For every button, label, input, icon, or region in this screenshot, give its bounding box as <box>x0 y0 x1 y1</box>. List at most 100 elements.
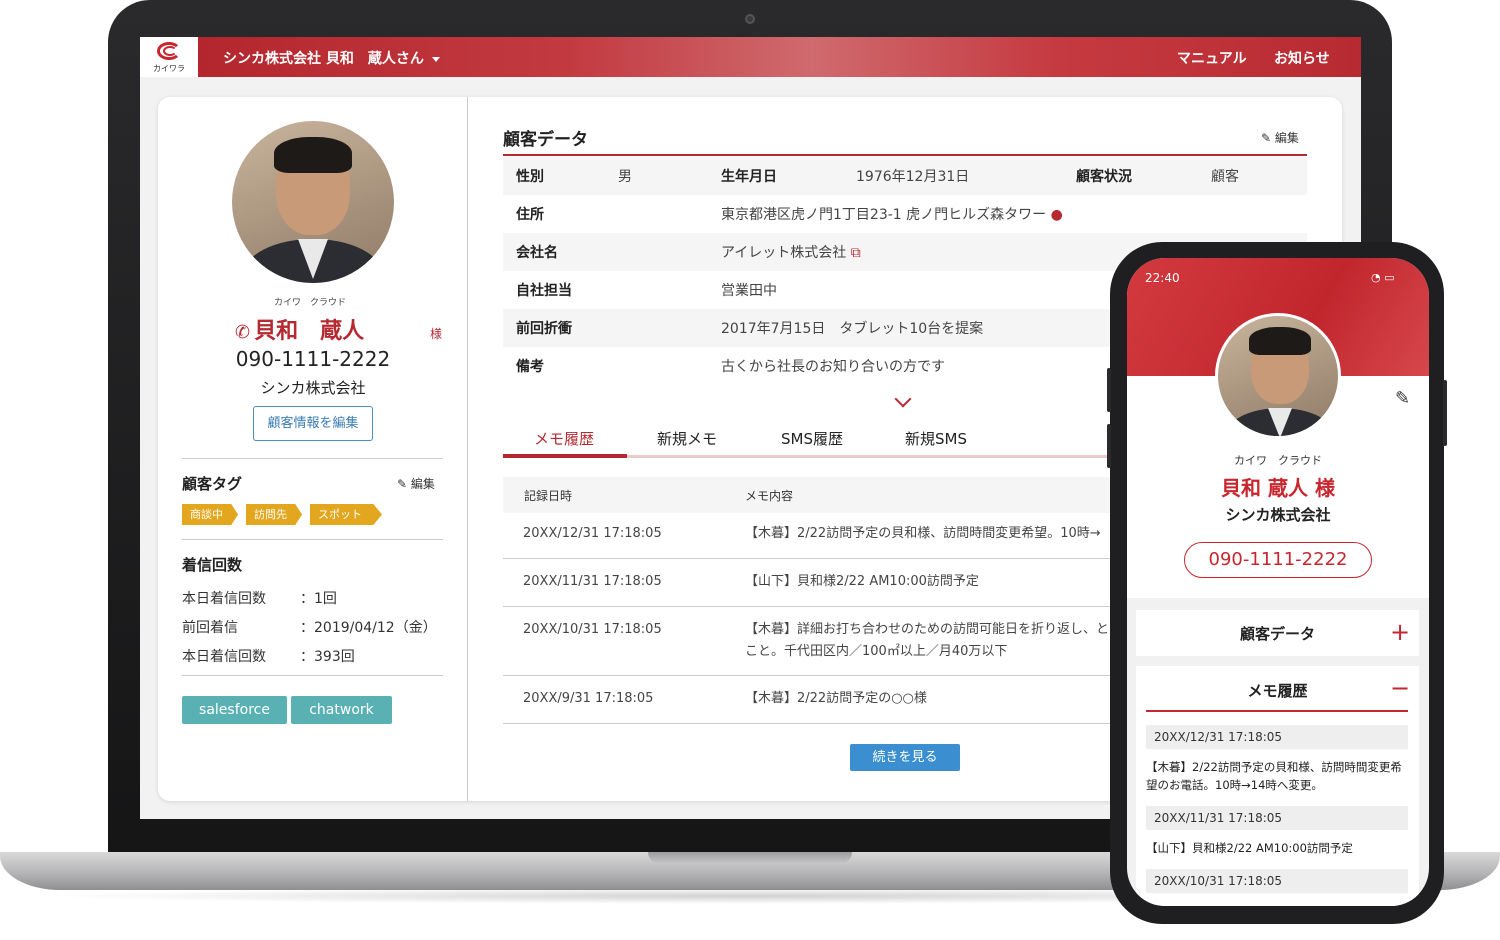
tag[interactable]: 訪問先 <box>246 504 302 525</box>
app-logo[interactable]: カイワラ <box>140 37 198 77</box>
field-label: 備考 <box>516 359 544 375</box>
salesforce-button[interactable]: salesforce <box>182 696 287 724</box>
show-more-button[interactable]: 続きを見る <box>850 744 960 771</box>
avatar <box>232 121 394 283</box>
stat-label: 本日着信回数 <box>182 649 266 665</box>
volume-down-button <box>1107 424 1111 468</box>
divider <box>182 458 443 459</box>
chatwork-button[interactable]: chatwork <box>291 696 392 724</box>
tab-sms-history[interactable]: SMS履歴 <box>781 428 843 449</box>
wifi-battery-icon: ◔ ▭ <box>1371 271 1395 284</box>
map-pin-icon: ● <box>1050 207 1063 223</box>
app-header: カイワラ シンカ株式会社 貝和 蔵人さん マニュアル お知らせ <box>140 37 1361 77</box>
stat-value: ：393回 <box>300 649 355 665</box>
stat-label: 本日着信回数 <box>182 591 266 607</box>
phone-number[interactable]: 090-1111-2222 <box>140 347 486 371</box>
mobile-name-kana: カイワ クラウド <box>1234 454 1322 467</box>
stat-label: 前回着信 <box>182 620 238 636</box>
news-link[interactable]: お知らせ <box>1274 48 1330 68</box>
tab-new-memo[interactable]: 新規メモ <box>657 428 717 449</box>
divider <box>182 539 443 540</box>
external-link-icon: ⧉ <box>850 245 861 261</box>
user-name: シンカ株式会社 貝和 蔵人さん <box>223 51 424 67</box>
logo-inner-icon <box>163 46 177 56</box>
minus-icon[interactable]: − <box>1390 674 1410 702</box>
tags-edit-button[interactable]: ✎ 編集 <box>397 475 435 492</box>
title-underline <box>503 154 1307 156</box>
table-cell-date: 20XX/11/31 17:18:05 <box>523 574 662 589</box>
table-cell-date: 20XX/12/31 17:18:05 <box>523 526 662 541</box>
laptop-notch <box>648 852 852 864</box>
tab-memo-history[interactable]: メモ履歴 <box>534 428 594 449</box>
field-label: 会社名 <box>516 245 558 261</box>
accordion-memo-history: メモ履歴 − 20XX/12/31 17:18:05 【木暮】2/22訪問予定の… <box>1136 666 1419 906</box>
tags-edit-label: 編集 <box>410 477 435 491</box>
camera-icon <box>745 14 755 24</box>
edit-icon[interactable]: ✎ <box>1395 388 1410 409</box>
mobile-screen: 22:40 ◔ ▭ ✎ カイワ クラウド 貝和 蔵人 様 シンカ株式会社 090… <box>1127 258 1429 906</box>
field-label: 前回折衝 <box>516 321 572 337</box>
field-value: 顧客 <box>1211 169 1239 185</box>
edit-icon: ✎ <box>1261 131 1272 145</box>
field-value: 1976年12月31日 <box>856 169 970 185</box>
company-link-text: アイレット株式会社 <box>721 245 847 261</box>
column-header: 記録日時 <box>524 489 573 503</box>
calls-title: 着信回数 <box>182 556 243 574</box>
status-time: 22:40 <box>1145 271 1180 285</box>
table-cell-memo: 【木暮】2/22訪問予定の○○様 <box>745 691 927 706</box>
divider <box>182 675 443 676</box>
data-row: 住所 東京都港区虎ノ門1丁目23-1 虎ノ門ヒルズ森タワー ● <box>503 195 1307 233</box>
stat-value: ：1回 <box>300 591 337 607</box>
accordion-title[interactable]: メモ履歴 <box>1136 680 1419 701</box>
company-name: シンカ株式会社 <box>260 379 366 397</box>
tags-title: 顧客タグ <box>182 475 243 493</box>
field-label: 生年月日 <box>721 169 777 185</box>
address-value[interactable]: 東京都港区虎ノ門1丁目23-1 虎ノ門ヒルズ森タワー ● <box>721 204 1063 224</box>
mobile-avatar <box>1215 313 1341 439</box>
tab-active-indicator <box>503 454 627 458</box>
plus-icon: + <box>1390 618 1411 646</box>
table-cell-memo: 【山下】貝和様2/22 AM10:00訪問予定 <box>745 574 979 589</box>
field-value: 男 <box>618 169 632 185</box>
customer-data-edit-button[interactable]: ✎ 編集 <box>1261 129 1299 146</box>
field-label: 自社担当 <box>516 283 572 299</box>
manual-link[interactable]: マニュアル <box>1177 48 1247 68</box>
accordion-customer-data[interactable]: 顧客データ + <box>1136 610 1419 656</box>
name-kana: カイワ クラウド <box>273 298 346 308</box>
address-text: 東京都港区虎ノ門1丁目23-1 虎ノ門ヒルズ森タワー <box>721 207 1047 223</box>
logo-text: カイワラ <box>153 64 185 73</box>
customer-name-text: 貝和 蔵人 <box>254 319 365 344</box>
mobile-phone-button[interactable]: 090-1111-2222 <box>1184 542 1372 578</box>
chevron-down-icon <box>431 56 440 62</box>
edit-icon: ✎ <box>397 477 408 491</box>
column-header: メモ内容 <box>745 489 794 503</box>
title-underline <box>1146 710 1408 712</box>
panel-divider <box>467 97 468 801</box>
data-row: 性別 男 生年月日 1976年12月31日 顧客状況 顧客 <box>503 157 1307 195</box>
field-value: 営業田中 <box>721 283 777 299</box>
tag[interactable]: スポット <box>310 504 382 525</box>
honorific: 様 <box>430 327 443 341</box>
table-cell-date: 20XX/9/31 17:18:05 <box>523 691 654 706</box>
phone-icon[interactable]: ✆ <box>235 322 250 343</box>
edit-customer-button[interactable]: 顧客情報を編集 <box>253 406 373 441</box>
field-value: 古くから社長のお知り合いの方です <box>721 359 945 375</box>
accordion-title: 顧客データ <box>1239 625 1315 643</box>
avatar-hair <box>1249 327 1311 355</box>
table-cell-memo: 【木暮】2/22訪問予定の貝和様、訪問時間変更希望。10時→ <box>745 526 1101 541</box>
memo-text: 【木暮】2/22訪問予定の貝和様、訪問時間変更希望のお電話。10時→14時へ変更… <box>1146 760 1402 792</box>
memo-text: 【山下】貝和様2/22 AM10:00訪問予定 <box>1146 841 1353 855</box>
power-button <box>1443 380 1447 446</box>
user-menu[interactable]: シンカ株式会社 貝和 蔵人さん <box>223 48 440 68</box>
memo-date: 20XX/12/31 17:18:05 <box>1146 725 1408 749</box>
customer-name: ✆ 貝和 蔵人 <box>235 313 364 345</box>
table-cell-memo: 【木暮】詳細お打ち合わせのための訪問可能日を折り返し、とのこと。千代田区内／10… <box>745 622 1122 659</box>
field-label: 住所 <box>516 207 544 223</box>
tag[interactable]: 商談中 <box>182 504 238 525</box>
stat-value: ：2019/04/12（金） <box>300 620 437 636</box>
tab-new-sms[interactable]: 新規SMS <box>905 428 967 449</box>
mobile-company: シンカ株式会社 <box>1225 506 1331 524</box>
memo-date: 20XX/11/31 17:18:05 <box>1146 806 1408 830</box>
company-link[interactable]: アイレット株式会社 ⧉ <box>721 242 861 262</box>
field-value: 2017年7月15日 タブレット10台を提案 <box>721 321 984 337</box>
